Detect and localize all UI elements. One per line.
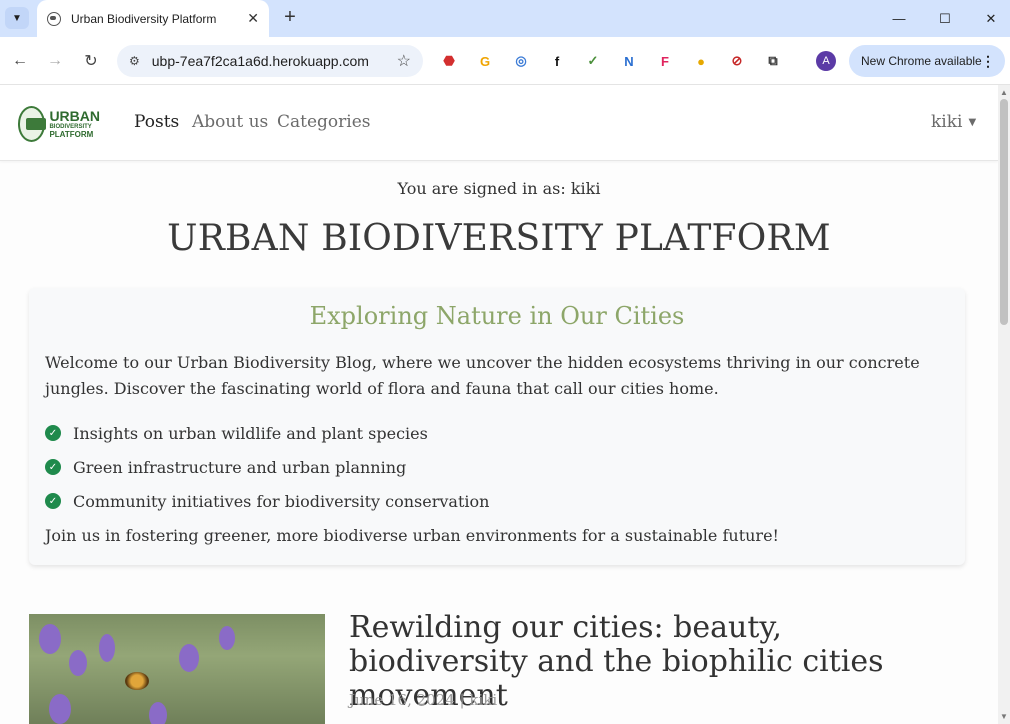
signed-in-status: You are signed in as: kiki [397, 179, 601, 198]
tab-search-icon[interactable]: ▼ [5, 7, 29, 29]
bee-shape [125, 672, 149, 690]
globe-icon [47, 11, 61, 26]
check-circle-icon: ✓ [45, 493, 61, 509]
scroll-up-icon[interactable]: ▲ [1000, 88, 1008, 97]
check-circle-icon: ✓ [45, 459, 61, 475]
list-item: ✓ Community initiatives for biodiversity … [45, 484, 489, 518]
bookmark-star-icon[interactable]: ☆ [397, 51, 411, 71]
tab-title: Urban Biodiversity Platform [71, 11, 217, 26]
city-emblem-icon [18, 106, 47, 142]
flower-shape [179, 644, 199, 672]
adblock-extension-icon[interactable]: ⬣ [438, 50, 460, 72]
forward-icon[interactable]: → [43, 49, 67, 73]
post-meta: June 16, 2024 | kiki [349, 691, 498, 709]
intro-card: Exploring Nature in Our Cities Welcome t… [29, 288, 965, 565]
notion-extension-icon[interactable]: N [618, 50, 640, 72]
intro-text: Welcome to our Urban Biodiversity Blog, … [45, 353, 920, 398]
feature-text: Insights on urban wildlife and plant spe… [73, 423, 428, 443]
browser-toolbar: ← → ↻ ⚙ ubp-7ea7f2ca1a6d.herokuapp.com ☆… [0, 37, 1010, 85]
post-date: June 16, 2024 [349, 691, 455, 709]
font-extension-icon[interactable]: f [546, 50, 568, 72]
profile-avatar[interactable]: A [816, 51, 836, 71]
user-name: kiki [931, 112, 963, 132]
flower-shape [49, 694, 71, 724]
intro-subtitle: Exploring Nature in Our Cities [309, 302, 685, 330]
post-thumbnail[interactable] [29, 614, 325, 724]
feature-list: ✓ Insights on urban wildlife and plant sp… [45, 416, 489, 518]
site-settings-icon[interactable]: ⚙ [129, 54, 140, 68]
new-tab-icon[interactable]: + [280, 7, 300, 29]
close-icon[interactable]: ✕ [247, 10, 259, 27]
nav-link-posts[interactable]: Posts [134, 112, 179, 132]
page-scrollbar[interactable]: ▲ ▼ [998, 85, 1010, 724]
browser-tab[interactable]: Urban Biodiversity Platform ✕ [37, 0, 269, 37]
site-logo[interactable]: URBAN BIODIVERSITY PLATFORM [18, 105, 100, 143]
figma-extension-icon[interactable]: F [654, 50, 676, 72]
flower-shape [99, 634, 115, 662]
flower-shape [39, 624, 61, 654]
color-ring-extension-icon[interactable]: ◎ [510, 50, 532, 72]
maximize-icon[interactable]: ☐ [922, 0, 968, 37]
back-icon[interactable]: ← [8, 49, 32, 73]
blocker-extension-icon[interactable]: ⊘ [726, 50, 748, 72]
check-circle-icon: ✓ [45, 425, 61, 441]
post-author: kiki [469, 691, 498, 709]
nav-link-categories[interactable]: Categories [277, 112, 371, 132]
feature-text: Green infrastructure and urban planning [73, 457, 407, 477]
menu-kebab-icon[interactable]: ⋮ [981, 53, 995, 70]
window-close-icon[interactable]: ✕ [968, 0, 1010, 37]
flower-shape [69, 650, 87, 676]
nav-link-about-us[interactable]: About us [192, 112, 268, 132]
browser-tabstrip: ▼ Urban Biodiversity Platform ✕ + — ☐ ✕ [0, 0, 1010, 37]
flower-shape [219, 626, 235, 650]
check-extension-icon[interactable]: ✓ [582, 50, 604, 72]
page-title: URBAN BIODIVERSITY PLATFORM [167, 218, 831, 259]
page-viewport: URBAN BIODIVERSITY PLATFORM Posts About … [0, 85, 998, 724]
reload-icon[interactable]: ↻ [79, 49, 103, 73]
grammar-extension-icon[interactable]: G [474, 50, 496, 72]
logo-word-urban: URBAN [49, 108, 100, 124]
list-item: ✓ Green infrastructure and urban planning [45, 450, 489, 484]
scroll-thumb[interactable] [1000, 99, 1008, 325]
caret-down-icon: ▼ [968, 117, 977, 128]
minimize-icon[interactable]: — [876, 0, 922, 37]
extensions-puzzle-icon[interactable]: ⧉ [762, 50, 784, 72]
url-text[interactable]: ubp-7ea7f2ca1a6d.herokuapp.com [152, 53, 397, 69]
address-bar[interactable]: ⚙ ubp-7ea7f2ca1a6d.herokuapp.com ☆ [117, 45, 423, 77]
chrome-update-button[interactable]: New Chrome available ⋮ [849, 45, 1005, 77]
site-navbar: URBAN BIODIVERSITY PLATFORM Posts About … [0, 85, 998, 161]
logo-word-platform: PLATFORM [49, 130, 94, 139]
chrome-update-label: New Chrome available [861, 54, 982, 68]
feature-text: Community initiatives for biodiversity c… [73, 491, 490, 511]
list-item: ✓ Insights on urban wildlife and plant sp… [45, 416, 489, 450]
scroll-down-icon[interactable]: ▼ [1000, 712, 1008, 721]
flower-shape [149, 702, 167, 724]
user-dropdown[interactable]: kiki ▼ [931, 112, 976, 132]
color-picker-extension-icon[interactable]: ● [690, 50, 712, 72]
outro-text: Join us in fostering greener, more biodi… [45, 526, 779, 545]
